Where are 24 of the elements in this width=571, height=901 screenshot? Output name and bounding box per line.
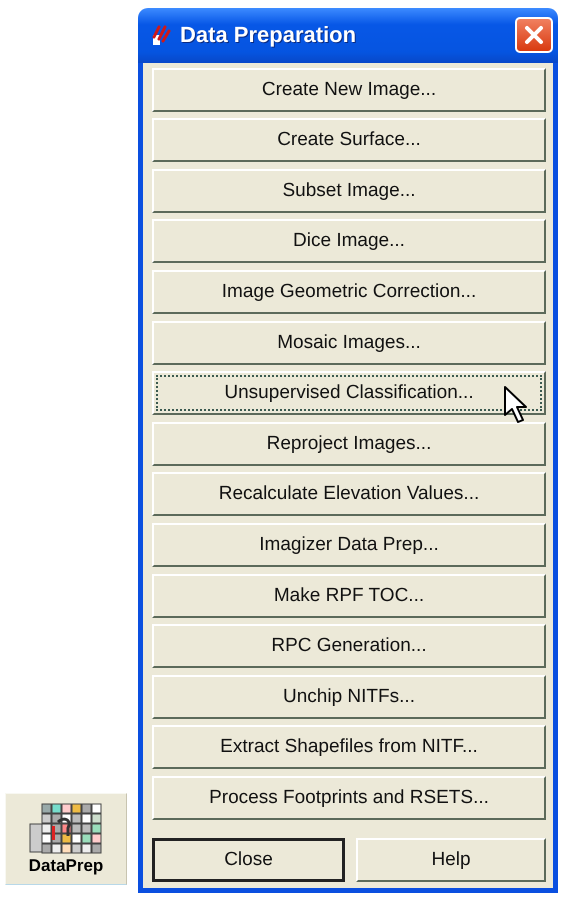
menu-button[interactable]: Reproject Images... [152,422,546,466]
menu-button[interactable]: Unsupervised Classification... [152,371,546,416]
dialog-button[interactable]: Close [152,838,345,882]
menu-button[interactable]: Make RPF TOC... [152,574,546,618]
dataprep-desktop-icon[interactable]: DataPrep [5,793,127,885]
menu-button[interactable]: Recalculate Elevation Values... [152,472,546,516]
menu-button[interactable]: RPC Generation... [152,624,546,668]
menu-button[interactable]: Imagizer Data Prep... [152,523,546,568]
menu-button[interactable]: Unchip NITFs... [152,674,546,719]
menu-button[interactable]: Extract Shapefiles from NITF... [152,725,546,770]
grid-icon [28,802,104,854]
menu-button[interactable]: Process Footprints and RSETS... [152,776,546,820]
menu-button[interactable]: Dice Image... [152,219,546,264]
menu-button[interactable]: Subset Image... [152,168,546,213]
mouse-pointer-icon [503,384,529,425]
dialog-button[interactable]: Help [356,838,546,882]
menu-button[interactable]: Create Surface... [152,118,546,162]
menu-button[interactable]: Create New Image... [152,68,546,112]
menu-button[interactable]: Image Geometric Correction... [152,270,546,314]
window-title: Data Preparation [180,22,358,48]
menu-button[interactable]: Mosaic Images... [152,320,546,365]
close-icon[interactable] [515,17,553,54]
app-icon [150,23,172,48]
icon-label: DataPrep [28,856,104,876]
